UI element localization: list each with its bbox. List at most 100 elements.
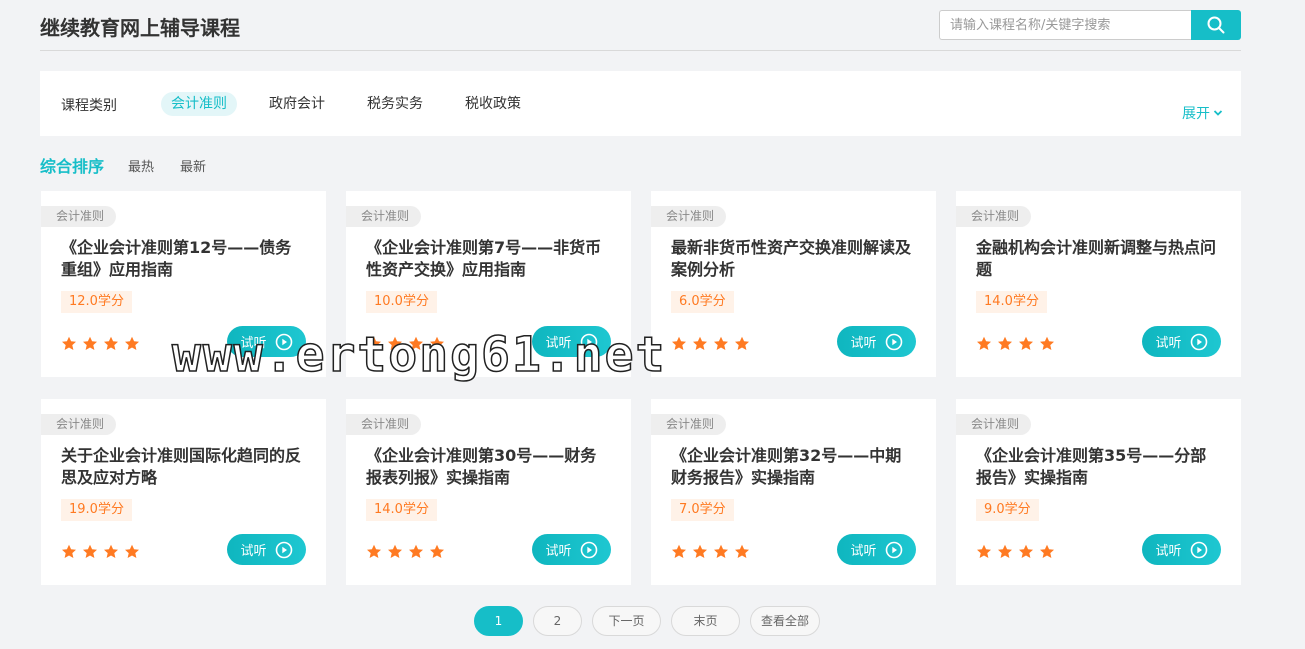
star-icon (83, 544, 97, 558)
category-tab-accounting-standards[interactable]: 会计准则 (161, 92, 237, 116)
pagination: 1 2 下一页 末页 查看全部 (474, 606, 830, 636)
category-label: 课程类别 (61, 98, 117, 114)
trial-listen-label: 试听 (545, 336, 572, 351)
trial-listen-button[interactable]: 试听 (227, 326, 306, 357)
category-tab-government-accounting[interactable]: 政府会计 (259, 92, 335, 116)
course-category-tag: 会计准则 (346, 206, 422, 227)
page-header: 继续教育网上辅导课程 (40, 0, 1241, 51)
trial-listen-label: 试听 (545, 544, 572, 559)
course-title[interactable]: 《企业会计准则第7号——非货币 性资产交换》应用指南 (366, 237, 614, 281)
course-credit-badge: 14.0学分 (366, 499, 437, 521)
course-category-tag: 会计准则 (41, 414, 117, 435)
play-circle-icon (1190, 333, 1207, 350)
sort-newest[interactable]: 最新 (180, 156, 206, 175)
search-icon (1207, 16, 1225, 34)
trial-listen-label: 试听 (240, 544, 267, 559)
course-card[interactable]: 会计准则《企业会计准则第30号——财务 报表列报》实操指南 14.0学分试听 (346, 399, 631, 585)
expand-label: 展开 (1182, 106, 1210, 122)
star-icon (693, 544, 707, 558)
search-button[interactable] (1191, 10, 1241, 40)
star-icon (977, 544, 991, 558)
play-circle-icon (885, 541, 902, 558)
search-input[interactable] (939, 10, 1191, 40)
trial-listen-label: 试听 (1155, 336, 1182, 351)
star-icon (367, 336, 381, 350)
course-card[interactable]: 会计准则金融机构会计准则新调整与热点问 题 14.0学分试听 (956, 191, 1241, 377)
last-page-button[interactable]: 末页 (671, 606, 740, 636)
category-tabs: 会计准则 政府会计 税务实务 税收政策 (161, 92, 553, 116)
course-title[interactable]: 《企业会计准则第12号——债务 重组》应用指南 (61, 237, 309, 281)
course-title[interactable]: 《企业会计准则第35号——分部 报告》实操指南 (976, 445, 1224, 489)
course-card[interactable]: 会计准则 《企业会计准则第32号——中期 财务报告》实操指南 7.0学分 试听 (651, 399, 936, 585)
play-circle-icon (580, 333, 597, 350)
course-category-tag: 会计准则 (651, 414, 727, 435)
trial-listen-button[interactable]: 试听 (837, 534, 916, 565)
category-filter-bar: 课程类别 会计准则 政府会计 税务实务 税收政策 展开 (40, 71, 1241, 136)
sort-comprehensive[interactable]: 综合排序 (40, 153, 104, 177)
star-icon (714, 336, 728, 350)
course-title[interactable]: 金融机构会计准则新调整与热点问 题 (976, 237, 1224, 281)
course-title[interactable]: 关于企业会计准则国际化趋同的反 思及应对方略 (61, 445, 309, 489)
course-credit-badge: 19.0学分 (61, 499, 132, 521)
star-icon (125, 544, 139, 558)
course-card[interactable]: 会计准则 《企业会计准则第12号——债务 重组》应用指南 12.0学分 试听 (41, 191, 326, 377)
star-icon (998, 336, 1012, 350)
course-rating (976, 336, 1060, 351)
category-tab-tax-practice[interactable]: 税务实务 (357, 92, 433, 116)
star-icon (735, 336, 749, 350)
course-category-tag: 会计准则 (346, 414, 422, 435)
trial-listen-button[interactable]: 试听 (227, 534, 306, 565)
course-rating (366, 336, 450, 351)
star-icon (977, 336, 991, 350)
course-rating (671, 544, 755, 559)
expand-button[interactable]: 展开 (1182, 103, 1223, 123)
view-all-button[interactable]: 查看全部 (750, 606, 820, 636)
course-credit-badge: 14.0学分 (976, 291, 1047, 313)
next-page-button[interactable]: 下一页 (592, 606, 661, 636)
play-circle-icon (885, 333, 902, 350)
course-title[interactable]: 《企业会计准则第30号——财务 报表列报》实操指南 (366, 445, 614, 489)
star-icon (104, 544, 118, 558)
course-title[interactable]: 最新非货币性资产交换准则解读及 案例分析 (671, 237, 919, 281)
course-card[interactable]: 会计准则 《企业会计准则第35号——分部 报告》实操指南 9.0学分 试听 (956, 399, 1241, 585)
page-1-button[interactable]: 1 (474, 606, 523, 636)
star-icon (672, 544, 686, 558)
trial-listen-label: 试听 (850, 336, 877, 351)
star-icon (409, 544, 423, 558)
course-card[interactable]: 会计准则 《企业会计准则第7号——非货币 性资产交换》应用指南 10.0学分 试听 (346, 191, 631, 377)
star-icon (125, 336, 139, 350)
star-icon (672, 336, 686, 350)
star-icon (409, 336, 423, 350)
star-icon (388, 336, 402, 350)
star-icon (1019, 544, 1033, 558)
page-2-button[interactable]: 2 (533, 606, 582, 636)
trial-listen-button[interactable]: 试听 (1142, 326, 1221, 357)
trial-listen-button[interactable]: 试听 (532, 326, 611, 357)
star-icon (1019, 336, 1033, 350)
star-icon (388, 544, 402, 558)
course-card[interactable]: 会计准则关于企业会计准则国际化趋同的反 思及应对方略 19.0学分试听 (41, 399, 326, 585)
trial-listen-label: 试听 (240, 336, 267, 351)
play-circle-icon (1190, 541, 1207, 558)
star-icon (83, 336, 97, 350)
trial-listen-label: 试听 (1155, 544, 1182, 559)
course-rating (976, 544, 1060, 559)
course-credit-badge: 9.0学分 (976, 499, 1039, 521)
star-icon (1040, 336, 1054, 350)
trial-listen-button[interactable]: 试听 (1142, 534, 1221, 565)
course-card[interactable]: 会计准则 最新非货币性资产交换准则解读及 案例分析 6.0学分 试听 (651, 191, 936, 377)
course-rating (366, 544, 450, 559)
course-category-tag: 会计准则 (41, 206, 117, 227)
trial-listen-button[interactable]: 试听 (532, 534, 611, 565)
course-rating (61, 336, 145, 351)
sort-hottest[interactable]: 最热 (128, 156, 154, 175)
course-category-tag: 会计准则 (956, 206, 1032, 227)
trial-listen-label: 试听 (850, 544, 877, 559)
category-tab-tax-policy[interactable]: 税收政策 (455, 92, 531, 116)
star-icon (430, 544, 444, 558)
play-circle-icon (275, 333, 292, 350)
page-title: 继续教育网上辅导课程 (40, 16, 240, 40)
star-icon (430, 336, 444, 350)
course-title[interactable]: 《企业会计准则第32号——中期 财务报告》实操指南 (671, 445, 919, 489)
trial-listen-button[interactable]: 试听 (837, 326, 916, 357)
